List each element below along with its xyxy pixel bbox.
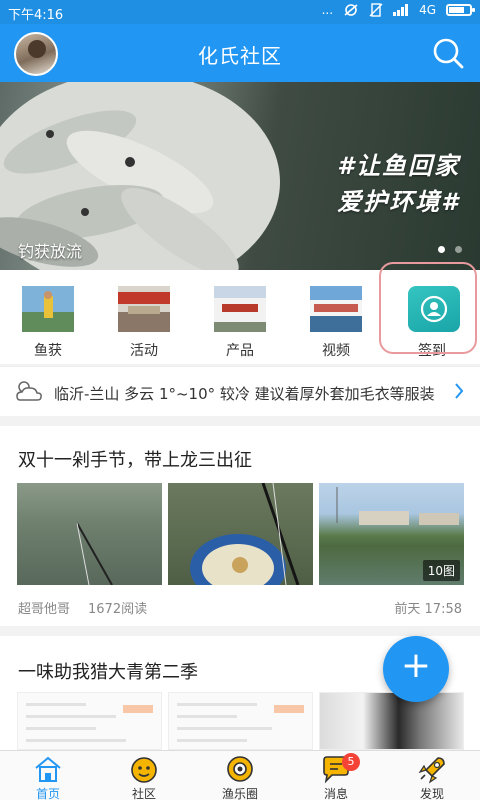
page-title: 化氏社区 [198, 44, 282, 68]
chevron-right-icon [455, 383, 464, 399]
post-image[interactable] [168, 483, 313, 585]
unread-badge: 5 [342, 753, 360, 771]
status-icons: ... 4G [321, 3, 475, 17]
video-photo-icon [310, 286, 362, 332]
post-image[interactable]: 10图 [319, 483, 464, 585]
quick-link-label: 视频 [322, 343, 350, 359]
tab-fishing-circle[interactable]: 渔乐圈 [192, 751, 288, 800]
signin-highlight [379, 262, 477, 354]
signal-icon [393, 4, 409, 16]
quick-link-events[interactable]: 活动 [96, 270, 192, 364]
banner-slogan-line1: #让鱼回家 [337, 152, 460, 180]
sim-off-icon [369, 3, 383, 17]
post-image[interactable] [319, 692, 464, 750]
quick-link-products[interactable]: 产品 [192, 270, 288, 364]
home-icon [35, 756, 61, 782]
post-card[interactable]: 双十一剁手节，带上龙三出征 10图 超哥他哥 1672阅读 前天 17:58 [0, 426, 480, 626]
status-bar: 下午4:16 ... 4G [0, 0, 480, 24]
banner-caption: 钓获放流 [18, 242, 83, 261]
tab-home[interactable]: 首页 [0, 751, 96, 800]
tab-label: 消息 [323, 787, 348, 800]
community-icon [131, 757, 157, 783]
top-bar: 化氏社区 [0, 24, 480, 82]
post-image[interactable] [168, 692, 313, 750]
tab-community[interactable]: 社区 [96, 751, 192, 800]
weather-text: 临沂-兰山 多云 1°~10° 较冷 建议着厚外套加毛衣等服装 [54, 385, 435, 403]
tab-discover[interactable]: 发现 [384, 751, 480, 800]
tab-label: 社区 [131, 787, 156, 800]
search-icon[interactable] [430, 35, 466, 71]
post-read-count: 1672阅读 [88, 602, 148, 617]
event-photo-icon [118, 286, 170, 332]
carousel-dot-active [438, 246, 445, 253]
post-image[interactable] [17, 692, 162, 750]
banner-carousel[interactable]: #让鱼回家 爱护环境# 钓获放流 [0, 82, 480, 270]
tab-label: 首页 [35, 787, 60, 800]
post-author[interactable]: 超哥他哥 [18, 598, 70, 617]
image-count-badge: 10图 [422, 560, 460, 581]
post-image[interactable] [17, 483, 162, 585]
quick-link-label: 产品 [226, 343, 254, 359]
network-type: 4G [419, 3, 436, 17]
cloudy-icon [16, 381, 42, 401]
product-photo-icon [214, 286, 266, 332]
carousel-indicator [438, 246, 462, 253]
discover-icon [418, 757, 445, 784]
quick-link-label: 鱼获 [34, 343, 62, 359]
post-title: 一味助我猎大青第二季 [18, 662, 198, 683]
bottom-tab-bar: 首页 社区 渔乐圈 5 消息 发现 [0, 750, 480, 800]
banner-slogan-line2: 爱护环境# [337, 188, 460, 216]
tab-label: 渔乐圈 [221, 787, 258, 800]
mute-icon [344, 4, 358, 16]
post-title: 双十一剁手节，带上龙三出征 [18, 450, 252, 471]
carousel-dot [455, 246, 462, 253]
signal-dots: ... [321, 3, 334, 17]
fishing-circle-icon [227, 756, 253, 782]
fishing-photo-icon [22, 286, 74, 332]
plus-icon: + [400, 645, 432, 686]
tab-label: 发现 [419, 787, 444, 800]
create-post-button[interactable]: + [383, 636, 449, 702]
quick-link-videos[interactable]: 视频 [288, 270, 384, 364]
quick-link-label: 活动 [130, 343, 158, 359]
tab-messages[interactable]: 5 消息 [288, 751, 384, 800]
weather-bar[interactable]: 临沂-兰山 多云 1°~10° 较冷 建议着厚外套加毛衣等服装 [0, 366, 480, 416]
status-time: 下午4:16 [8, 8, 64, 23]
post-time: 前天 17:58 [394, 602, 462, 617]
battery-icon [446, 4, 475, 16]
quick-link-fishing[interactable]: 鱼获 [0, 270, 96, 364]
